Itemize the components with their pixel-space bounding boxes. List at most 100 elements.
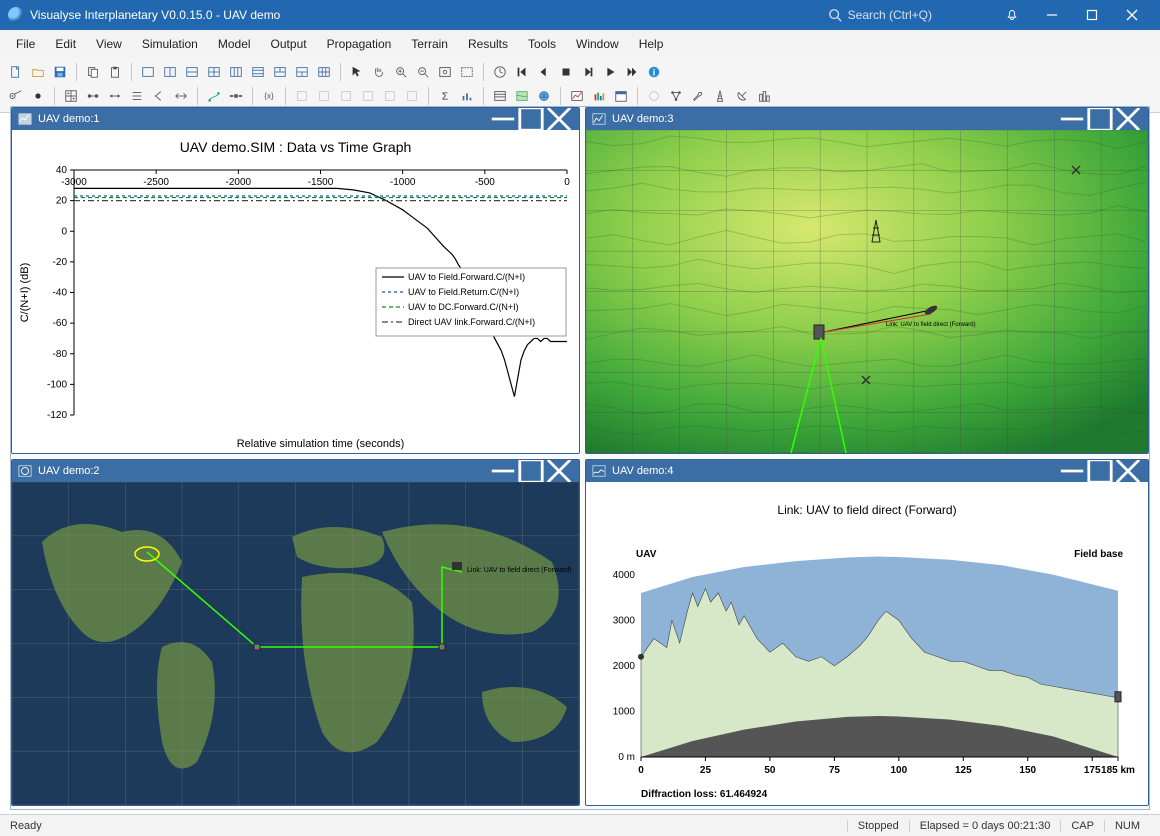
- pane-1-close[interactable]: [545, 108, 573, 130]
- rewind-start-button[interactable]: [512, 62, 532, 82]
- pane-4-close[interactable]: [1114, 460, 1142, 482]
- layout-6-button[interactable]: [248, 62, 268, 82]
- list-button[interactable]: [127, 86, 147, 106]
- grid-button[interactable]: [61, 86, 81, 106]
- play-button[interactable]: [600, 62, 620, 82]
- variable-button[interactable]: {x}: [259, 86, 279, 106]
- open-button[interactable]: [28, 62, 48, 82]
- pan-button[interactable]: [369, 62, 389, 82]
- menu-simulation[interactable]: Simulation: [132, 33, 208, 55]
- pane-4-minimize[interactable]: [1058, 460, 1086, 482]
- svg-text:UAV to DC.Forward.C/(N+I): UAV to DC.Forward.C/(N+I): [408, 302, 519, 312]
- minimize-button[interactable]: [1032, 0, 1072, 30]
- menu-help[interactable]: Help: [629, 33, 674, 55]
- network-button[interactable]: [666, 86, 686, 106]
- pane-3-close[interactable]: [1114, 108, 1142, 130]
- pane-2-minimize[interactable]: [489, 460, 517, 482]
- pane-4-maximize[interactable]: [1086, 460, 1114, 482]
- svg-text:1000: 1000: [613, 706, 636, 717]
- layout-5-button[interactable]: [226, 62, 246, 82]
- layout-2-button[interactable]: [160, 62, 180, 82]
- svg-text:Relative simulation time (seco: Relative simulation time (seconds): [237, 438, 405, 450]
- menu-terrain[interactable]: Terrain: [401, 33, 458, 55]
- paste-button[interactable]: [105, 62, 125, 82]
- antenna-button[interactable]: [6, 86, 26, 106]
- zoom-fit-button[interactable]: [435, 62, 455, 82]
- calendar-button[interactable]: [611, 86, 631, 106]
- chart-button[interactable]: [567, 86, 587, 106]
- arrow-left-button[interactable]: [149, 86, 169, 106]
- pane-2-maximize[interactable]: [517, 460, 545, 482]
- histogram-button[interactable]: [589, 86, 609, 106]
- globe-button[interactable]: [534, 86, 554, 106]
- layout-7-button[interactable]: [270, 62, 290, 82]
- pane-4-body[interactable]: Link: UAV to field direct (Forward)UAVFi…: [586, 482, 1148, 805]
- pane-3-maximize[interactable]: [1086, 108, 1114, 130]
- info-button[interactable]: i: [644, 62, 664, 82]
- pane-2-header[interactable]: UAV demo:2: [12, 460, 579, 482]
- notifications-button[interactable]: [992, 0, 1032, 30]
- maximize-button[interactable]: [1072, 0, 1112, 30]
- menu-model[interactable]: Model: [208, 33, 261, 55]
- pane-2-close[interactable]: [545, 460, 573, 482]
- pane-4-header[interactable]: UAV demo:4: [586, 460, 1148, 482]
- node-button[interactable]: [28, 86, 48, 106]
- stats-button[interactable]: [457, 86, 477, 106]
- pane-3-minimize[interactable]: [1058, 108, 1086, 130]
- layout-1-button[interactable]: [138, 62, 158, 82]
- sigma-button[interactable]: Σ: [435, 86, 455, 106]
- fast-forward-button[interactable]: [622, 62, 642, 82]
- zoom-in-button[interactable]: [391, 62, 411, 82]
- menu-edit[interactable]: Edit: [45, 33, 86, 55]
- route-button[interactable]: [204, 86, 224, 106]
- dish-button[interactable]: [732, 86, 752, 106]
- step-forward-button[interactable]: [578, 62, 598, 82]
- city-button[interactable]: [754, 86, 774, 106]
- close-button[interactable]: [1112, 0, 1152, 30]
- table-button[interactable]: [490, 86, 510, 106]
- pane-3-body[interactable]: Link: UAV to field direct (Forward): [586, 130, 1148, 453]
- menu-propagation[interactable]: Propagation: [317, 33, 402, 55]
- layout-9-button[interactable]: [314, 62, 334, 82]
- step-back-button[interactable]: [534, 62, 554, 82]
- chart-icon: [570, 89, 584, 103]
- menu-output[interactable]: Output: [261, 33, 317, 55]
- link-b-button[interactable]: [105, 86, 125, 106]
- copy-button[interactable]: [83, 62, 103, 82]
- pointer-button[interactable]: [347, 62, 367, 82]
- search-placeholder: Search (Ctrl+Q): [848, 8, 932, 22]
- svg-text:75: 75: [829, 765, 841, 776]
- arrow-both-button[interactable]: [171, 86, 191, 106]
- layout-8-button[interactable]: [292, 62, 312, 82]
- menu-tools[interactable]: Tools: [518, 33, 566, 55]
- svg-text:175: 175: [1084, 765, 1101, 776]
- pane-1-minimize[interactable]: [489, 108, 517, 130]
- svg-text:-40: -40: [53, 288, 68, 299]
- pane-1-maximize[interactable]: [517, 108, 545, 130]
- skip-start-icon: [515, 65, 529, 79]
- pane-1-body[interactable]: UAV demo.SIM : Data vs Time Graph-3000-2…: [12, 130, 579, 453]
- zoom-out-button[interactable]: [413, 62, 433, 82]
- satellite-button[interactable]: [226, 86, 246, 106]
- layout-3-button[interactable]: [182, 62, 202, 82]
- wrench-button[interactable]: [688, 86, 708, 106]
- pane-2-body[interactable]: Link: UAV to field direct (Forward): [12, 482, 579, 805]
- tower-button[interactable]: [710, 86, 730, 106]
- map-button[interactable]: [512, 86, 532, 106]
- layout-4-button[interactable]: [204, 62, 224, 82]
- new-button[interactable]: [6, 62, 26, 82]
- zoom-region-button[interactable]: [457, 62, 477, 82]
- link-a-button[interactable]: [83, 86, 103, 106]
- step-forward-icon: [581, 65, 595, 79]
- pane-1-header[interactable]: UAV demo:1: [12, 108, 579, 130]
- menu-file[interactable]: File: [6, 33, 45, 55]
- stop-button[interactable]: [556, 62, 576, 82]
- menu-window[interactable]: Window: [566, 33, 629, 55]
- search-box[interactable]: Search (Ctrl+Q): [828, 8, 932, 22]
- pane-3-header[interactable]: UAV demo:3: [586, 108, 1148, 130]
- clock-button[interactable]: [490, 62, 510, 82]
- save-button[interactable]: [50, 62, 70, 82]
- menu-view[interactable]: View: [86, 33, 132, 55]
- svg-text:-100: -100: [47, 379, 67, 390]
- menu-results[interactable]: Results: [458, 33, 518, 55]
